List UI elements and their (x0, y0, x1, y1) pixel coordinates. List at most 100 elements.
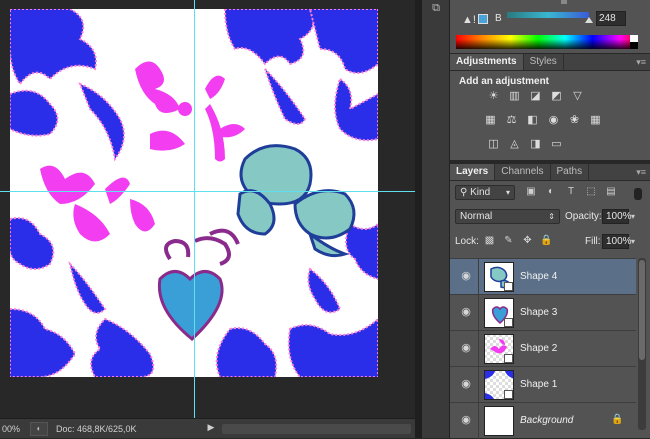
curves-icon[interactable]: ◪ (527, 88, 544, 105)
tab-channels[interactable]: Channels (495, 164, 551, 180)
lock-all-icon[interactable]: 🔒 (540, 235, 553, 247)
layer-name[interactable]: Shape 2 (520, 343, 557, 354)
blue-slider-thumb[interactable] (585, 17, 593, 23)
eye-icon[interactable]: ◉ (460, 379, 472, 390)
chevron-down-icon: ▾ (505, 188, 510, 197)
layer-row-shape-2[interactable]: ◉ Shape 2 (450, 330, 636, 367)
filter-toggle[interactable] (634, 188, 642, 200)
layers-scrollbar-thumb[interactable] (639, 260, 645, 360)
adjustments-panel: Adjustments Styles ▾≡ Add an adjustment … (450, 54, 650, 160)
photo-filter-icon[interactable]: ◉ (545, 112, 562, 129)
layers-panel: Layers Channels Paths ▾≡ ⚲ Kind ▾ ▣ ◐ T ⬚… (450, 164, 650, 439)
chevron-updown-icon: ⇕ (548, 212, 555, 221)
row-divider (478, 331, 479, 367)
exposure-icon[interactable]: ◩ (548, 88, 565, 105)
shape-4-teal-paisley (236, 144, 356, 258)
layers-menu-icon[interactable]: ▾≡ (636, 164, 650, 180)
brightness-contrast-icon[interactable]: ☀ (485, 88, 502, 105)
horizontal-scrollbar[interactable] (222, 423, 411, 434)
layer-name[interactable]: Shape 1 (520, 379, 557, 390)
eye-icon[interactable]: ◉ (460, 415, 472, 426)
fill-field[interactable]: 100% (602, 234, 632, 249)
gamut-swatch[interactable] (478, 14, 488, 24)
out-of-gamut-warning-icon[interactable]: ▲! (462, 14, 476, 26)
shape-2-magenta-motifs (40, 61, 245, 242)
color-spectrum-ramp[interactable] (456, 35, 638, 49)
posterize-icon[interactable]: ◬ (506, 136, 523, 153)
selective-color-icon[interactable]: ▭ (548, 136, 565, 153)
smart-object-filter-icon[interactable]: ▤ (604, 185, 618, 199)
proof-icon[interactable]: ◐ (30, 421, 48, 436)
green-slider-thumb[interactable] (561, 0, 567, 4)
tab-paths[interactable]: Paths (551, 164, 590, 180)
color-lookup-icon[interactable]: ▦ (587, 112, 604, 129)
kind-label: Kind (470, 187, 491, 198)
vibrance-icon[interactable]: ▦ (482, 112, 499, 129)
panel-divider[interactable] (415, 0, 422, 438)
shape-filter-icon[interactable]: ⬚ (584, 185, 598, 199)
gradient-icon[interactable]: ▽ (569, 88, 586, 105)
layer-row-background[interactable]: ◉ Background 🔒 (450, 402, 636, 439)
tab-adjustments[interactable]: Adjustments (450, 54, 524, 70)
type-filter-icon[interactable]: T (564, 185, 578, 199)
balance-icon[interactable]: ⚖ (503, 112, 520, 129)
eye-icon[interactable]: ◉ (460, 343, 472, 354)
pixel-filter-icon[interactable]: ▣ (524, 185, 538, 199)
kind-filter-select[interactable]: ⚲ Kind ▾ (455, 185, 515, 200)
layer-name[interactable]: Shape 3 (520, 307, 557, 318)
black-white-icon[interactable]: ◧ (524, 112, 541, 129)
3d-cube-icon[interactable]: ⧉ (428, 2, 444, 16)
row-divider (478, 295, 479, 331)
layer-list: ◉ Shape 4 ◉ Shape 3 ◉ Shape 2 ◉ Shape 1 … (450, 258, 636, 439)
layer-filter-icons: ▣ ◐ T ⬚ ▤ (524, 185, 618, 199)
panel-icon-strip: ⧉ (422, 0, 450, 438)
tab-styles[interactable]: Styles (524, 54, 564, 70)
document-workspace[interactable] (0, 0, 415, 418)
vertical-guide[interactable] (194, 0, 195, 418)
opacity-label: Opacity: (565, 211, 602, 222)
layers-scrollbar[interactable] (638, 258, 646, 430)
adjustment-filter-icon[interactable]: ◐ (544, 185, 558, 199)
layers-tabbar: Layers Channels Paths ▾≡ (450, 164, 650, 181)
status-menu-arrow-icon[interactable]: ▶ (206, 422, 216, 436)
search-icon: ⚲ (460, 187, 471, 198)
fill-dropdown-icon[interactable]: ▾ (631, 237, 635, 246)
layer-thumbnail (484, 298, 514, 328)
channel-mixer-icon[interactable]: ❀ (566, 112, 583, 129)
opacity-field[interactable]: 100% (602, 209, 632, 224)
zoom-level[interactable]: 00% (0, 424, 30, 434)
black-white-swatches[interactable] (630, 35, 638, 49)
lock-label: Lock: (455, 236, 479, 247)
blend-mode-select[interactable]: Normal ⇕ (455, 209, 560, 224)
row-divider (478, 403, 479, 439)
threshold-icon[interactable]: ◨ (527, 136, 544, 153)
color-panel: ▲! B 248 (450, 0, 650, 53)
tab-layers[interactable]: Layers (450, 164, 496, 180)
layer-name[interactable]: Shape 4 (520, 271, 557, 282)
blue-channel-value[interactable]: 248 (596, 11, 626, 26)
adjustments-heading: Add an adjustment (459, 76, 550, 87)
layer-row-shape-4[interactable]: ◉ Shape 4 (450, 258, 636, 295)
layer-row-shape-1[interactable]: ◉ Shape 1 (450, 366, 636, 403)
lock-brush-icon[interactable]: ✎ (502, 235, 515, 247)
vector-mask-icon (504, 318, 513, 327)
adjustments-tabbar: Adjustments Styles ▾≡ (450, 54, 650, 71)
panel-menu-icon[interactable]: ▾≡ (636, 54, 650, 70)
document-size: Doc: 468,8K/625,0K (56, 423, 137, 434)
layer-row-shape-3[interactable]: ◉ Shape 3 (450, 294, 636, 331)
horizontal-guide[interactable] (0, 191, 415, 192)
lock-transparent-icon[interactable]: ▩ (483, 235, 496, 247)
opacity-dropdown-icon[interactable]: ▾ (631, 212, 635, 221)
vector-mask-icon (504, 282, 513, 291)
fill-label: Fill: (585, 236, 601, 247)
row-divider (478, 367, 479, 403)
lock-position-icon[interactable]: ✥ (521, 235, 534, 247)
eye-icon[interactable]: ◉ (460, 271, 472, 282)
lock-icon: 🔒 (611, 414, 624, 425)
layer-thumbnail (484, 406, 514, 436)
eye-icon[interactable]: ◉ (460, 307, 472, 318)
layer-name[interactable]: Background (520, 415, 573, 426)
invert-icon[interactable]: ◫ (485, 136, 502, 153)
levels-icon[interactable]: ▥ (506, 88, 523, 105)
blue-channel-slider[interactable] (507, 12, 589, 18)
